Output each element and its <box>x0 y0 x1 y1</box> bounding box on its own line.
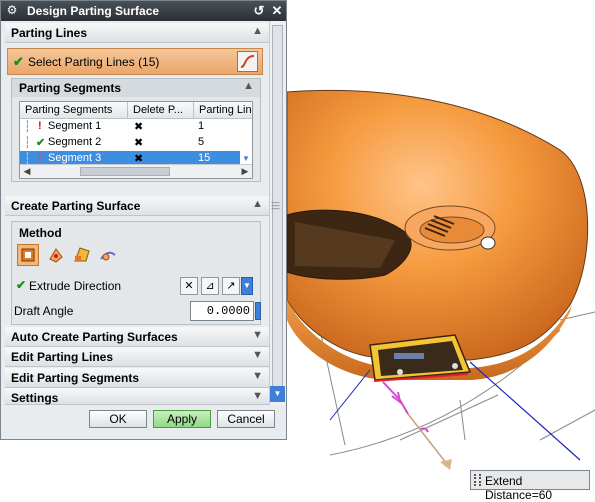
chevron-down-icon: ▼ <box>252 349 263 361</box>
chevron-up-icon: ▲ <box>252 25 263 37</box>
grip-icon: — — — <box>271 198 280 213</box>
draft-angle-input[interactable]: 0.0000 <box>190 301 254 321</box>
scroll-thumb[interactable] <box>80 167 170 176</box>
tree-line-icon: ┆ <box>24 137 31 149</box>
subsection-title: Parting Segments <box>19 81 122 95</box>
method-label: Method <box>19 226 62 240</box>
column-header[interactable]: Parting Lin <box>194 102 252 119</box>
drag-grip-icon <box>474 474 481 486</box>
section-title: Edit Parting Segments <box>11 371 140 385</box>
chevron-down-icon: ▼ <box>252 390 263 402</box>
warning-icon: ! <box>38 120 42 132</box>
extend-distance-handle[interactable]: Extend Distance=60 <box>470 470 590 502</box>
check-icon: ✔ <box>36 137 46 149</box>
design-parting-surface-dialog: ⚙ Design Parting Surface ↺ ✕ Parting Lin… <box>0 0 287 440</box>
chevron-down-icon: ▼ <box>252 370 263 382</box>
reverse-direction-icon[interactable]: ✕ <box>180 277 198 295</box>
extension-method-icon[interactable] <box>97 244 119 266</box>
section-create-parting-surface[interactable]: Create Parting Surface ▲ <box>5 196 269 216</box>
chevron-up-icon: ▲ <box>243 80 254 92</box>
parting-lines-count: 1 <box>198 120 205 132</box>
curve-select-icon[interactable] <box>237 51 258 72</box>
chevron-up-icon: ▲ <box>252 198 263 210</box>
close-icon[interactable]: ✕ <box>269 3 285 19</box>
section-title: Parting Lines <box>11 26 88 40</box>
scroll-left-icon[interactable]: ◀ <box>20 165 34 178</box>
ok-button[interactable]: OK <box>89 410 147 428</box>
column-header[interactable]: Delete P... <box>128 102 194 119</box>
check-icon: ✔ <box>13 54 24 69</box>
dialog-scrollbar[interactable]: — — — ▼ <box>269 21 285 405</box>
parting-lines-count: 15 <box>198 152 211 164</box>
draft-angle-label: Draft Angle <box>14 304 74 318</box>
parting-lines-count: 5 <box>198 136 205 148</box>
segment-name: Segment 2 <box>48 136 102 148</box>
sweep-method-icon[interactable] <box>45 244 67 266</box>
check-icon: ✔ <box>16 278 27 292</box>
select-parting-lines-label: Select Parting Lines (15) <box>28 55 160 69</box>
direction-vector-icon[interactable]: ⊿ <box>201 277 219 295</box>
select-parting-lines-row[interactable]: ✔ Select Parting Lines (15) <box>7 48 263 75</box>
draft-dropdown-icon[interactable] <box>255 302 261 320</box>
reset-icon[interactable]: ↺ <box>251 3 267 19</box>
title-bar[interactable]: ⚙ Design Parting Surface ↺ ✕ <box>1 1 286 21</box>
extrude-method-icon[interactable] <box>17 244 39 266</box>
cancel-button[interactable]: Cancel <box>217 410 275 428</box>
section-settings[interactable]: Settings ▼ <box>5 388 269 405</box>
section-auto-create-parting-surfaces[interactable]: Auto Create Parting Surfaces ▼ <box>5 327 269 347</box>
section-parting-lines[interactable]: Parting Lines ▲ <box>5 23 269 43</box>
section-edit-parting-lines[interactable]: Edit Parting Lines ▼ <box>5 347 269 367</box>
parting-segments-panel: Parting Segments ▲ Parting Segments Dele… <box>11 78 261 182</box>
scroll-down-icon[interactable]: ▼ <box>270 386 285 402</box>
extrude-direction-label: Extrude Direction <box>29 279 122 293</box>
segment-name: Segment 3 <box>48 152 102 164</box>
warning-icon: ! <box>38 152 42 164</box>
section-title: Settings <box>11 391 59 405</box>
table-row[interactable]: ┆ ! Segment 1 ✖ 1 <box>20 119 252 135</box>
segment-name: Segment 1 <box>48 120 102 132</box>
table-row[interactable]: ┆ ✔ Segment 2 ✖ 5 <box>20 135 252 151</box>
scroll-right-icon[interactable]: ▶ <box>238 165 252 178</box>
section-title: Edit Parting Lines <box>11 350 114 364</box>
method-panel: Method ✔ Extrude Direction ✕ ⊿ ↗ ▼ Draft… <box>11 221 261 325</box>
direction-dropdown-icon[interactable]: ▼ <box>241 277 253 295</box>
extend-distance-label: Extend Distance=60 <box>485 474 553 502</box>
delete-x-icon[interactable]: ✖ <box>134 120 143 133</box>
delete-x-icon[interactable]: ✖ <box>134 136 143 149</box>
horizontal-scrollbar[interactable]: ◀ ▶ <box>20 164 252 178</box>
gear-icon: ⚙ <box>6 3 18 17</box>
section-title: Create Parting Surface <box>11 199 141 213</box>
bounded-plane-icon[interactable] <box>71 244 93 266</box>
parting-segments-header[interactable]: Parting Segments ▲ <box>12 79 260 97</box>
tree-line-icon: ┆ <box>24 121 31 133</box>
vector-constructor-icon[interactable]: ↗ <box>222 277 240 295</box>
parting-segments-table: Parting Segments Delete P... Parting Lin… <box>19 101 253 179</box>
apply-button[interactable]: Apply <box>153 410 211 428</box>
chevron-down-icon: ▼ <box>252 329 263 341</box>
column-header[interactable]: Parting Segments <box>20 102 128 119</box>
section-title: Auto Create Parting Surfaces <box>11 330 178 344</box>
section-edit-parting-segments[interactable]: Edit Parting Segments ▼ <box>5 368 269 388</box>
dialog-title: Design Parting Surface <box>27 4 160 18</box>
